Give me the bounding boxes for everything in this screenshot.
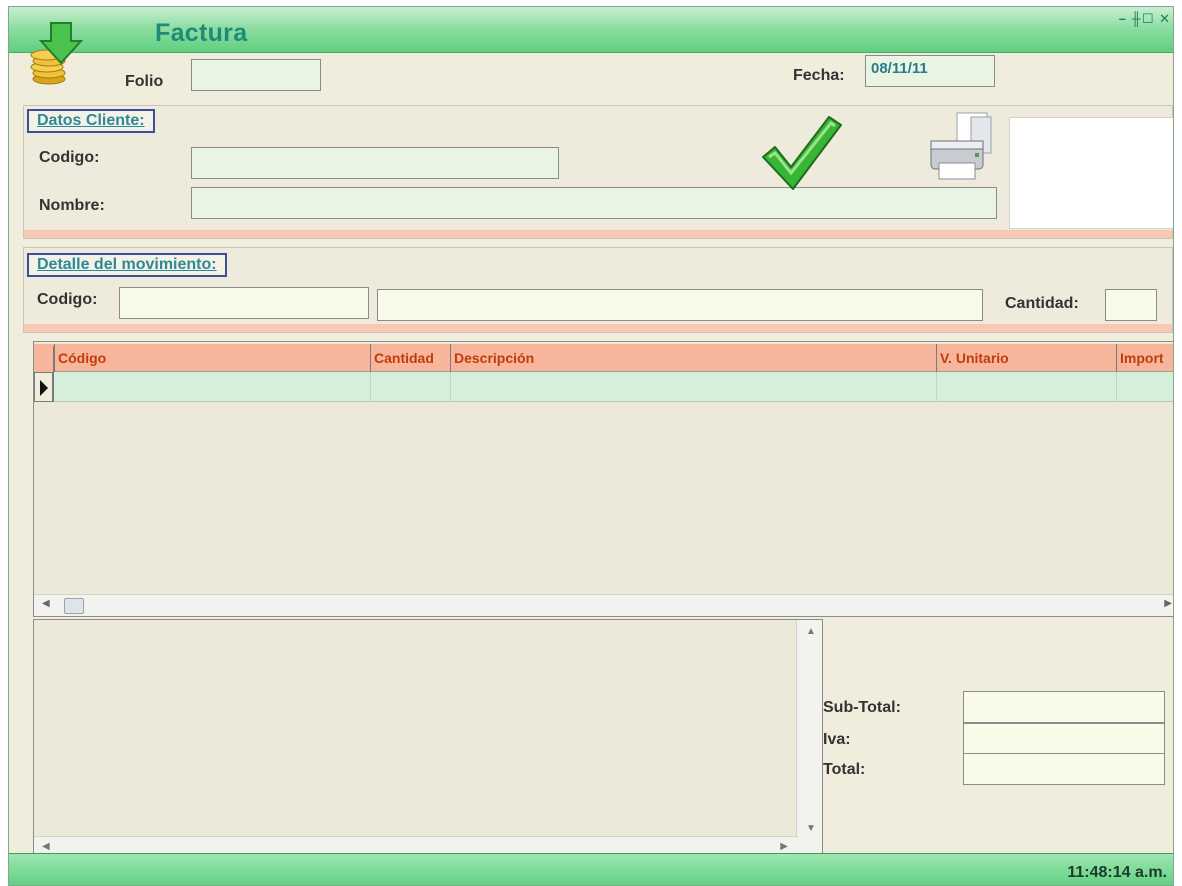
status-bar: 11:48:14 a.m.: [9, 853, 1173, 885]
current-row-icon: [40, 380, 48, 396]
total-label: Total:: [823, 761, 866, 778]
table-cell[interactable]: [936, 372, 1116, 402]
grid-header: Código Cantidad Descripción V. Unitario …: [34, 344, 1173, 374]
panel-separator: [24, 230, 1172, 238]
scroll-left-icon[interactable]: ◀: [42, 598, 50, 609]
window-title: Factura: [155, 19, 248, 47]
column-header-cantidad[interactable]: Cantidad: [370, 344, 450, 372]
column-header-codigo[interactable]: Código: [54, 344, 370, 372]
column-header-importe[interactable]: Import: [1116, 344, 1173, 372]
factura-window: Factura – ╫☐ ✕ Folio Fecha: 08/11/11 Dat…: [8, 6, 1174, 886]
memo-text-area[interactable]: [36, 622, 798, 830]
column-header-v-unitario[interactable]: V. Unitario: [936, 344, 1116, 372]
movimiento-descripcion-field[interactable]: [377, 289, 983, 321]
table-cell[interactable]: [450, 372, 936, 402]
cliente-nombre-label: Nombre:: [39, 197, 105, 214]
detalle-grid[interactable]: Código Cantidad Descripción V. Unitario …: [33, 341, 1173, 617]
table-cell[interactable]: [54, 372, 370, 402]
row-selector[interactable]: [34, 372, 54, 402]
detalle-movimiento-legend: Detalle del movimiento:: [27, 253, 227, 277]
movimiento-cantidad-label: Cantidad:: [1005, 295, 1079, 312]
cliente-codigo-label: Codigo:: [39, 149, 100, 166]
fecha-label: Fecha:: [793, 67, 845, 84]
preview-area: [1009, 117, 1173, 229]
table-cell[interactable]: [370, 372, 450, 402]
table-cell[interactable]: [1116, 372, 1173, 402]
scroll-thumb[interactable]: [64, 598, 84, 614]
grid-horizontal-scrollbar[interactable]: ◀ ▶: [34, 594, 1173, 616]
fecha-field[interactable]: 08/11/11: [865, 55, 995, 87]
scroll-right-icon[interactable]: ▶: [1164, 598, 1172, 609]
observaciones-memo[interactable]: ▲ ▼ ◀ ▶: [33, 619, 823, 859]
scroll-up-icon[interactable]: ▲: [806, 626, 816, 637]
title-bar[interactable]: Factura – ╫☐ ✕: [9, 7, 1173, 53]
movimiento-codigo-field[interactable]: [119, 287, 369, 319]
iva-field[interactable]: [963, 723, 1165, 755]
table-row[interactable]: [54, 372, 1173, 402]
scroll-down-icon[interactable]: ▼: [806, 823, 816, 834]
window-controls[interactable]: – ╫☐ ✕: [1119, 11, 1171, 27]
folio-field[interactable]: [191, 59, 321, 91]
subtotal-label: Sub-Total:: [823, 699, 901, 716]
movimiento-cantidad-field[interactable]: [1105, 289, 1157, 321]
folio-label: Folio: [125, 73, 164, 90]
memo-vertical-scrollbar[interactable]: ▲ ▼: [796, 620, 822, 858]
status-clock: 11:48:14 a.m.: [1067, 864, 1167, 881]
subtotal-field[interactable]: [963, 691, 1165, 723]
grid-header-corner: [34, 346, 54, 374]
cliente-codigo-field[interactable]: [191, 147, 559, 179]
total-field[interactable]: [963, 753, 1165, 785]
column-header-descripcion[interactable]: Descripción: [450, 344, 936, 372]
coins-download-icon: [30, 22, 84, 85]
datos-cliente-legend: Datos Cliente:: [27, 109, 155, 133]
iva-label: Iva:: [823, 731, 851, 748]
cliente-nombre-field[interactable]: [191, 187, 997, 219]
printer-icon[interactable]: [923, 111, 997, 185]
scroll-right-icon[interactable]: ▶: [780, 841, 788, 852]
movimiento-codigo-label: Codigo:: [37, 291, 98, 308]
checkmark-icon[interactable]: [761, 113, 843, 193]
panel-separator: [24, 324, 1172, 332]
scroll-left-icon[interactable]: ◀: [42, 841, 50, 852]
